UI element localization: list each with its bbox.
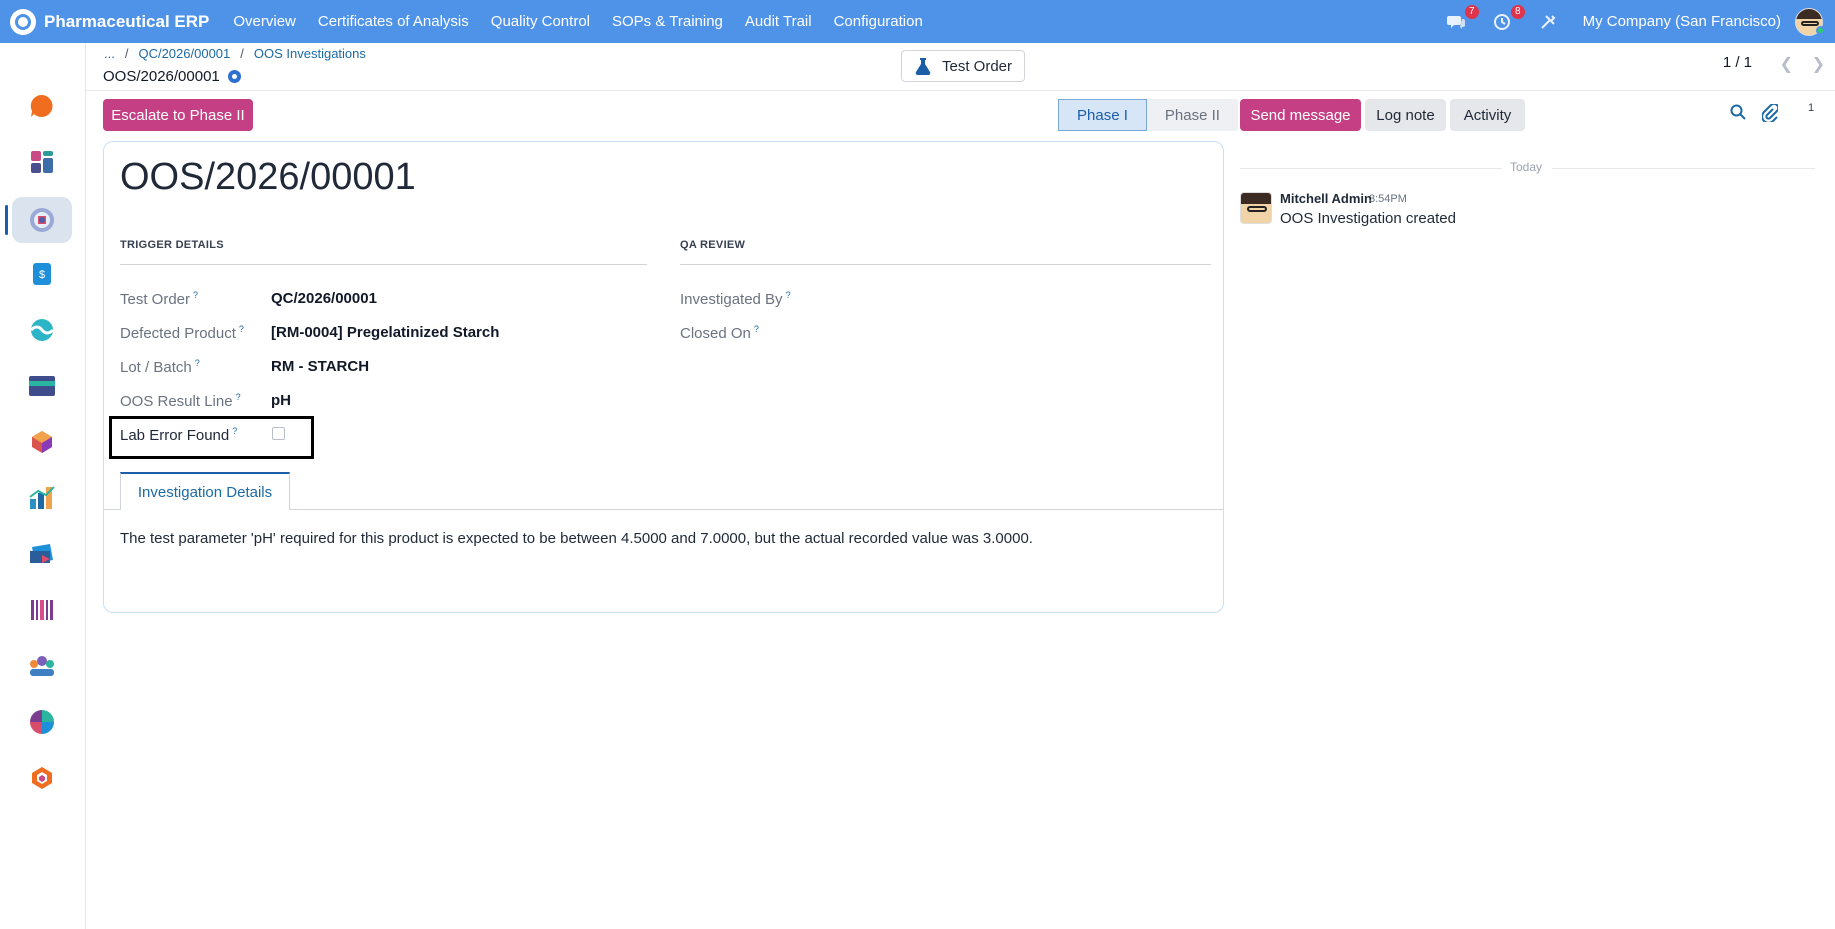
breadcrumb-list-link[interactable]: OOS Investigations (254, 46, 366, 61)
trigger-details-divider (120, 264, 647, 265)
gear-icon[interactable] (227, 70, 241, 83)
systray: 7 8 My Company (San Francisco) (1445, 0, 1835, 43)
help-icon[interactable]: ? (236, 392, 241, 402)
pharmaceutical-erp-app-icon[interactable] (27, 205, 57, 235)
planning-app-icon[interactable] (27, 707, 57, 737)
activity-badge: 8 (1511, 4, 1525, 19)
field-label-investigated-by: Investigated By? (680, 290, 791, 308)
field-value-lot-batch[interactable]: RM - STARCH (271, 358, 369, 375)
escalate-to-phase-ii-button[interactable]: Escalate to Phase II (103, 99, 253, 131)
attachment-count: 1 (1808, 102, 1815, 114)
debug-tools-icon[interactable] (1537, 11, 1559, 33)
active-app-indicator (5, 205, 8, 235)
activity-clock-icon[interactable]: 8 (1491, 4, 1525, 33)
apps-store-icon[interactable] (27, 763, 57, 793)
menu-quality-control[interactable]: Quality Control (491, 13, 590, 30)
main-menu: Overview Certificates of Analysis Qualit… (233, 13, 944, 30)
breadcrumb-ellipsis[interactable]: ... (104, 46, 115, 61)
help-icon[interactable]: ? (232, 426, 237, 436)
search-icon[interactable] (1730, 104, 1746, 120)
pager-value[interactable]: 1 / 1 (1723, 54, 1752, 71)
investigation-details-text[interactable]: The test parameter 'pH' required for thi… (120, 530, 1033, 547)
test-order-smart-button[interactable]: Test Order (901, 50, 1025, 82)
activity-button[interactable]: Activity (1450, 99, 1525, 131)
accounting-app-icon[interactable] (27, 371, 57, 401)
menu-overview[interactable]: Overview (233, 13, 296, 30)
log-note-button[interactable]: Log note (1365, 99, 1446, 131)
record-name: OOS/2026/00001 (120, 156, 416, 198)
website-app-icon[interactable] (27, 315, 57, 345)
date-separator: Today (1510, 160, 1543, 174)
documents-app-icon[interactable] (27, 539, 57, 569)
field-label-defected-product: Defected Product? (120, 324, 244, 342)
trigger-details-title: TRIGGER DETAILS (120, 239, 224, 251)
help-icon[interactable]: ? (786, 290, 791, 300)
help-icon[interactable]: ? (193, 290, 198, 300)
breadcrumb-separator: / (240, 46, 244, 61)
inventory-app-icon[interactable] (27, 427, 57, 457)
field-label-oos-result-line: OOS Result Line? (120, 392, 241, 410)
barcode-app-icon[interactable] (27, 595, 57, 625)
breadcrumb-separator: / (124, 46, 129, 61)
pager-next-icon[interactable]: ❯ (1812, 54, 1825, 74)
stage-phase-i[interactable]: Phase I (1058, 99, 1147, 131)
messages-badge: 7 (1465, 4, 1479, 19)
send-message-button[interactable]: Send message (1240, 99, 1361, 131)
app-sidebar: $ (0, 43, 86, 929)
lab-error-found-checkbox[interactable] (272, 427, 285, 440)
menu-sops-training[interactable]: SOPs & Training (612, 13, 723, 30)
menu-audit-trail[interactable]: Audit Trail (745, 13, 812, 30)
field-label-lab-error-found: Lab Error Found? (120, 426, 238, 444)
stage-phase-ii[interactable]: Phase II (1146, 99, 1238, 131)
control-panel-divider (86, 90, 1835, 91)
field-label-closed-on: Closed On? (680, 324, 759, 342)
tab-investigation-details[interactable]: Investigation Details (120, 472, 290, 510)
reporting-app-icon[interactable] (27, 483, 57, 513)
top-navbar: Pharmaceutical ERP Overview Certificates… (0, 0, 1835, 43)
help-icon[interactable]: ? (195, 358, 200, 368)
help-icon[interactable]: ? (239, 324, 244, 334)
pager-previous-icon[interactable]: ❮ (1780, 54, 1793, 74)
messages-icon[interactable]: 7 (1445, 4, 1479, 33)
menu-certificates-of-analysis[interactable]: Certificates of Analysis (318, 13, 469, 30)
message-author[interactable]: Mitchell Admin (1280, 191, 1372, 206)
discuss-app-icon[interactable] (27, 91, 57, 121)
app-brand[interactable]: Pharmaceutical ERP (10, 8, 210, 35)
message-body: OOS Investigation created (1280, 210, 1456, 227)
smart-button-label: Test Order (941, 57, 1013, 75)
app-name: Pharmaceutical ERP (44, 11, 210, 31)
online-status-icon (1816, 26, 1825, 35)
field-label-test-order: Test Order? (120, 290, 199, 308)
field-value-oos-result-line[interactable]: pH (271, 392, 291, 409)
message-time: 3:54PM (1369, 193, 1407, 205)
svg-text:$: $ (39, 269, 45, 281)
breadcrumb: ... / QC/2026/00001 / OOS Investigations (104, 46, 366, 61)
company-switcher[interactable]: My Company (San Francisco) (1583, 13, 1781, 30)
menu-configuration[interactable]: Configuration (834, 13, 923, 30)
qa-review-divider (680, 264, 1211, 265)
employees-app-icon[interactable] (27, 651, 57, 681)
form-sheet: OOS/2026/00001 TRIGGER DETAILS QA REVIEW… (103, 141, 1224, 613)
status-bar: Phase I Phase II (1058, 99, 1238, 131)
help-icon[interactable]: ? (754, 324, 759, 334)
date-separator-line (1240, 168, 1502, 169)
invoicing-app-icon[interactable]: $ (27, 259, 57, 289)
record-title-text: OOS/2026/00001 (103, 68, 220, 85)
field-value-defected-product[interactable]: [RM-0004] Pregelatinized Starch (271, 324, 499, 341)
field-label-lot-batch: Lot / Batch? (120, 358, 200, 376)
breadcrumb-parent-link[interactable]: QC/2026/00001 (138, 46, 230, 61)
field-value-test-order[interactable]: QC/2026/00001 (271, 290, 377, 307)
dashboard-app-icon[interactable] (27, 147, 57, 177)
date-separator-line (1552, 168, 1815, 169)
record-title: OOS/2026/00001 (103, 68, 241, 85)
app-logo-icon (10, 8, 36, 35)
message-author-avatar[interactable] (1240, 192, 1272, 224)
paperclip-icon[interactable] (1762, 104, 1778, 122)
qa-review-title: QA REVIEW (680, 239, 746, 251)
flask-icon (915, 58, 931, 75)
